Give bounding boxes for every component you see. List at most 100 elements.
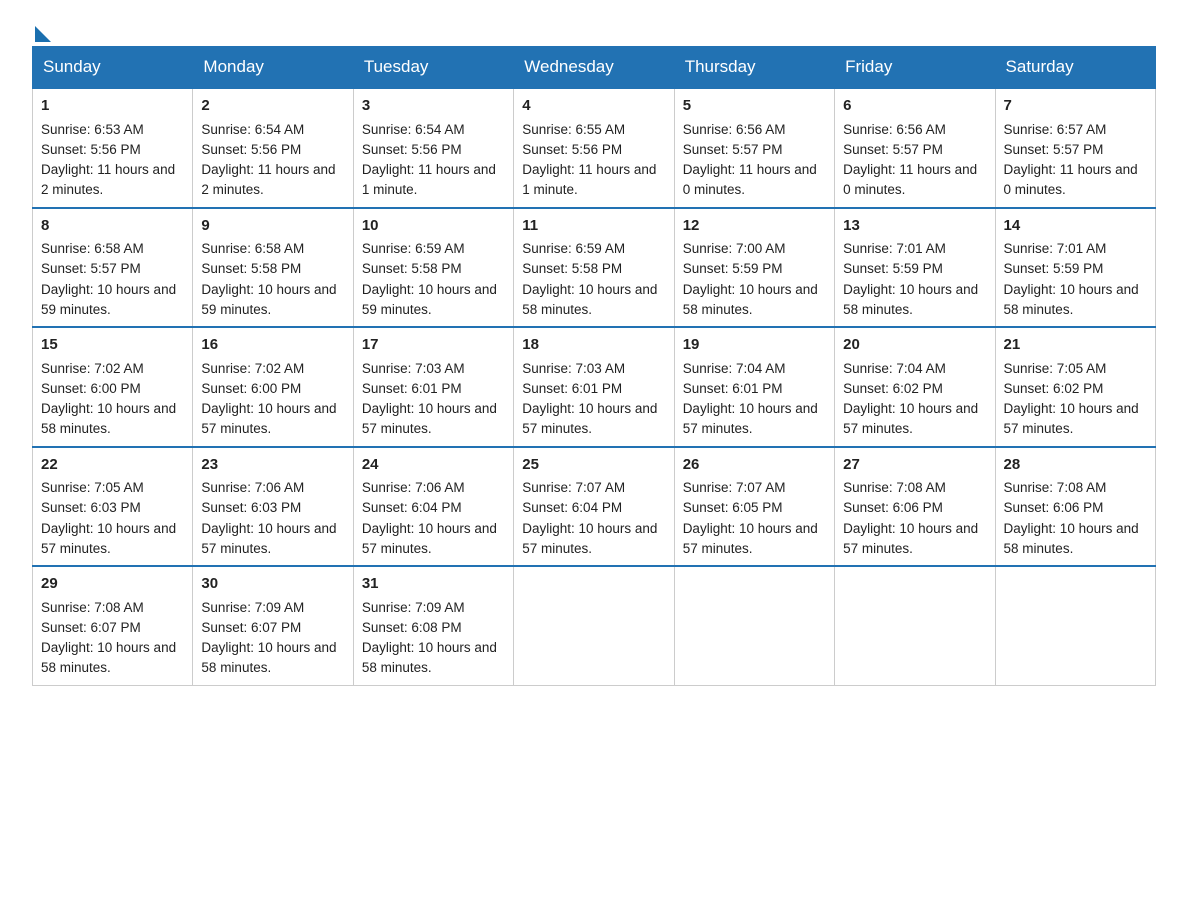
daylight-text: Daylight: 10 hours and 59 minutes.: [201, 282, 336, 317]
sunset-text: Sunset: 6:06 PM: [1004, 500, 1104, 515]
sunset-text: Sunset: 6:01 PM: [522, 381, 622, 396]
sunset-text: Sunset: 5:59 PM: [683, 261, 783, 276]
daylight-text: Daylight: 10 hours and 57 minutes.: [683, 401, 818, 436]
calendar-cell: 7Sunrise: 6:57 AMSunset: 5:57 PMDaylight…: [995, 88, 1155, 208]
sunset-text: Sunset: 5:57 PM: [1004, 142, 1104, 157]
day-number: 29: [41, 573, 184, 596]
sunset-text: Sunset: 6:08 PM: [362, 620, 462, 635]
day-number: 24: [362, 454, 505, 477]
day-number: 26: [683, 454, 826, 477]
day-number: 3: [362, 95, 505, 118]
day-number: 21: [1004, 334, 1147, 357]
weekday-header-monday: Monday: [193, 47, 353, 89]
daylight-text: Daylight: 10 hours and 57 minutes.: [522, 401, 657, 436]
sunset-text: Sunset: 6:00 PM: [201, 381, 301, 396]
calendar-cell: 2Sunrise: 6:54 AMSunset: 5:56 PMDaylight…: [193, 88, 353, 208]
day-number: 20: [843, 334, 986, 357]
sunrise-text: Sunrise: 6:56 AM: [683, 122, 786, 137]
calendar-cell: 1Sunrise: 6:53 AMSunset: 5:56 PMDaylight…: [33, 88, 193, 208]
sunset-text: Sunset: 6:07 PM: [41, 620, 141, 635]
daylight-text: Daylight: 10 hours and 57 minutes.: [201, 521, 336, 556]
calendar-week-row: 22 Sunrise: 7:05 AM Sunset: 6:03 PM Dayligh…: [33, 447, 1156, 567]
sunrise-text: Sunrise: 7:02 AM: [41, 361, 144, 376]
sunset-text: Sunset: 6:04 PM: [362, 500, 462, 515]
calendar-cell: 16Sunrise: 7:02 AMSunset: 6:00 PMDayligh…: [193, 327, 353, 447]
sunset-text: Sunset: 5:59 PM: [1004, 261, 1104, 276]
sunset-text: Sunset: 6:04 PM: [522, 500, 622, 515]
sunset-text: Sunset: 5:58 PM: [522, 261, 622, 276]
calendar-week-row: 15 Sunrise: 7:02 AM Sunset: 6:00 PM Dayligh…: [33, 327, 1156, 447]
calendar-cell: 21Sunrise: 7:05 AMSunset: 6:02 PMDayligh…: [995, 327, 1155, 447]
sunset-text: Sunset: 6:06 PM: [843, 500, 943, 515]
sunrise-text: Sunrise: 7:08 AM: [843, 480, 946, 495]
sunrise-text: Sunrise: 7:00 AM: [683, 241, 786, 256]
calendar-week-row: 8 Sunrise: 6:58 AM Sunset: 5:57 PM Daylight…: [33, 208, 1156, 328]
day-number: 23: [201, 454, 344, 477]
calendar-cell: 25Sunrise: 7:07 AMSunset: 6:04 PMDayligh…: [514, 447, 674, 567]
calendar-cell: 20Sunrise: 7:04 AMSunset: 6:02 PMDayligh…: [835, 327, 995, 447]
daylight-text: Daylight: 10 hours and 57 minutes.: [362, 521, 497, 556]
sunrise-text: Sunrise: 7:08 AM: [41, 600, 144, 615]
calendar-table: SundayMondayTuesdayWednesdayThursdayFrid…: [32, 46, 1156, 686]
calendar-week-row: 29 Sunrise: 7:08 AM Sunset: 6:07 PM Dayligh…: [33, 566, 1156, 685]
day-number: 2: [201, 95, 344, 118]
calendar-cell: [995, 566, 1155, 685]
day-number: 17: [362, 334, 505, 357]
sunrise-text: Sunrise: 6:57 AM: [1004, 122, 1107, 137]
daylight-text: Daylight: 10 hours and 59 minutes.: [41, 282, 176, 317]
daylight-text: Daylight: 10 hours and 57 minutes.: [522, 521, 657, 556]
calendar-cell: 26Sunrise: 7:07 AMSunset: 6:05 PMDayligh…: [674, 447, 834, 567]
day-number: 25: [522, 454, 665, 477]
sunset-text: Sunset: 6:05 PM: [683, 500, 783, 515]
calendar-cell: 18Sunrise: 7:03 AMSunset: 6:01 PMDayligh…: [514, 327, 674, 447]
daylight-text: Daylight: 10 hours and 58 minutes.: [683, 282, 818, 317]
calendar-cell: 28Sunrise: 7:08 AMSunset: 6:06 PMDayligh…: [995, 447, 1155, 567]
weekday-header-tuesday: Tuesday: [353, 47, 513, 89]
sunrise-text: Sunrise: 7:09 AM: [362, 600, 465, 615]
weekday-header-saturday: Saturday: [995, 47, 1155, 89]
sunset-text: Sunset: 5:57 PM: [41, 261, 141, 276]
daylight-text: Daylight: 10 hours and 58 minutes.: [1004, 521, 1139, 556]
calendar-cell: 31Sunrise: 7:09 AMSunset: 6:08 PMDayligh…: [353, 566, 513, 685]
sunset-text: Sunset: 6:03 PM: [201, 500, 301, 515]
sunrise-text: Sunrise: 6:56 AM: [843, 122, 946, 137]
day-number: 22: [41, 454, 184, 477]
day-number: 8: [41, 215, 184, 238]
sunset-text: Sunset: 5:56 PM: [41, 142, 141, 157]
sunset-text: Sunset: 5:57 PM: [843, 142, 943, 157]
day-number: 19: [683, 334, 826, 357]
sunrise-text: Sunrise: 6:58 AM: [41, 241, 144, 256]
sunset-text: Sunset: 6:02 PM: [1004, 381, 1104, 396]
day-number: 7: [1004, 95, 1147, 118]
sunset-text: Sunset: 5:59 PM: [843, 261, 943, 276]
daylight-text: Daylight: 10 hours and 58 minutes.: [41, 640, 176, 675]
day-number: 10: [362, 215, 505, 238]
day-number: 31: [362, 573, 505, 596]
sunset-text: Sunset: 5:56 PM: [201, 142, 301, 157]
calendar-cell: 22Sunrise: 7:05 AMSunset: 6:03 PMDayligh…: [33, 447, 193, 567]
day-number: 1: [41, 95, 184, 118]
logo: [32, 24, 51, 34]
daylight-text: Daylight: 10 hours and 57 minutes.: [201, 401, 336, 436]
sunrise-text: Sunrise: 6:59 AM: [362, 241, 465, 256]
sunrise-text: Sunrise: 7:03 AM: [362, 361, 465, 376]
day-number: 18: [522, 334, 665, 357]
daylight-text: Daylight: 11 hours and 2 minutes.: [41, 162, 175, 197]
sunrise-text: Sunrise: 6:54 AM: [362, 122, 465, 137]
daylight-text: Daylight: 10 hours and 57 minutes.: [843, 401, 978, 436]
weekday-header-friday: Friday: [835, 47, 995, 89]
day-number: 5: [683, 95, 826, 118]
day-number: 27: [843, 454, 986, 477]
sunrise-text: Sunrise: 7:05 AM: [41, 480, 144, 495]
calendar-cell: 30Sunrise: 7:09 AMSunset: 6:07 PMDayligh…: [193, 566, 353, 685]
daylight-text: Daylight: 11 hours and 1 minute.: [522, 162, 656, 197]
day-number: 6: [843, 95, 986, 118]
calendar-week-row: 1Sunrise: 6:53 AMSunset: 5:56 PMDaylight…: [33, 88, 1156, 208]
daylight-text: Daylight: 10 hours and 58 minutes.: [201, 640, 336, 675]
daylight-text: Daylight: 10 hours and 58 minutes.: [843, 282, 978, 317]
calendar-cell: 29 Sunrise: 7:08 AM Sunset: 6:07 PM Dayligh…: [33, 566, 193, 685]
calendar-cell: 4Sunrise: 6:55 AMSunset: 5:56 PMDaylight…: [514, 88, 674, 208]
sunrise-text: Sunrise: 7:04 AM: [843, 361, 946, 376]
sunrise-text: Sunrise: 6:59 AM: [522, 241, 625, 256]
day-number: 15: [41, 334, 184, 357]
